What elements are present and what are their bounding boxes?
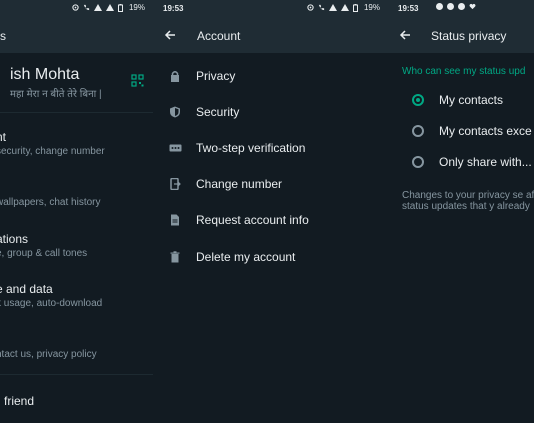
wifi-icon [328, 4, 337, 11]
app-bar: s [0, 18, 153, 53]
battery-icon [352, 4, 360, 12]
call-icon [83, 4, 90, 11]
page-title: s [0, 29, 6, 43]
status-time: 19:53 [398, 4, 419, 13]
row-subtitle: e, group & call tones [0, 248, 88, 259]
menu-item-security[interactable]: Security [153, 94, 388, 130]
menu-item-delete-account[interactable]: Delete my account [153, 239, 388, 275]
qr-code-icon[interactable] [131, 74, 144, 87]
section-header: Who can see my status upd [402, 66, 526, 77]
privacy-note: Changes to your privacy se affect status… [402, 190, 534, 212]
settings-screen: 19% s ish Mohta महा मेरा न बीते तेरे बिन… [0, 0, 153, 423]
row-subtitle: k usage, auto-download [0, 298, 103, 309]
radio-button[interactable] [412, 125, 424, 137]
radio-option-contacts-except[interactable]: My contacts exce [388, 119, 534, 145]
app-bar: Status privacy [388, 18, 534, 53]
status-icons [436, 3, 476, 10]
status-icons: 19% [307, 3, 380, 12]
row-title: e and data [0, 282, 53, 296]
radio-label: Only share with... [439, 155, 532, 169]
menu-item-label: Security [196, 105, 240, 119]
status-bar: 19:53 [388, 0, 534, 18]
radio-option-my-contacts[interactable]: My contacts [388, 88, 534, 114]
phone-change-icon [169, 177, 181, 191]
status-time: 19:53 [163, 4, 184, 13]
divider [0, 374, 153, 375]
status-bar: 19% [0, 0, 153, 18]
lock-icon [169, 69, 181, 82]
battery-level: 19% [363, 3, 380, 12]
heart-icon [469, 3, 476, 10]
profile-name[interactable]: ish Mohta [10, 66, 79, 84]
row-subtitle: wallpapers, chat history [0, 197, 101, 208]
menu-item-two-step[interactable]: Two-step verification [153, 130, 388, 166]
radio-label: My contacts exce [439, 124, 532, 138]
status-privacy-screen: 19:53 Status privacy Who can see my stat… [388, 0, 534, 423]
row-subtitle: ntact us, privacy policy [0, 349, 97, 360]
back-arrow-icon[interactable] [163, 28, 177, 42]
divider [0, 112, 153, 113]
menu-item-privacy[interactable]: Privacy [153, 58, 388, 94]
menu-item-label: Two-step verification [196, 141, 306, 155]
wifi-icon [93, 4, 102, 11]
row-subtitle: security, change number [0, 146, 105, 157]
row-title: ations [0, 232, 29, 246]
account-screen: 19:53 19% Account Privacy Security Two-s… [153, 0, 388, 423]
notification-icon [458, 3, 465, 10]
status-bar: 19:53 19% [153, 0, 388, 18]
location-icon [307, 4, 314, 11]
menu-item-label: Privacy [196, 69, 236, 83]
profile-about: महा मेरा न बीते तेरे बिना | [10, 89, 102, 100]
radio-button[interactable] [412, 156, 424, 168]
call-icon [318, 4, 325, 11]
radio-button-selected[interactable] [412, 94, 424, 106]
menu-item-label: Change number [196, 177, 283, 191]
menu-item-request-info[interactable]: Request account info [153, 202, 388, 238]
row-title: nt [0, 130, 7, 144]
radio-label: My contacts [439, 93, 504, 107]
radio-option-only-share-with[interactable]: Only share with... [388, 150, 534, 176]
location-icon [72, 4, 79, 11]
page-title: Status privacy [431, 29, 507, 43]
back-arrow-icon[interactable] [398, 28, 412, 42]
signal-icon [340, 4, 349, 11]
signal-icon [105, 4, 114, 11]
status-icons: 19% [72, 3, 145, 12]
menu-item-label: Request account info [196, 213, 309, 227]
menu-item-label: Delete my account [196, 250, 296, 264]
page-title: Account [197, 29, 241, 43]
invite-friend-button[interactable]: friend [4, 394, 34, 408]
app-bar: Account [153, 18, 388, 53]
notification-icon [447, 3, 454, 10]
battery-level: 19% [128, 3, 145, 12]
dots-icon [169, 141, 182, 153]
trash-icon [169, 250, 181, 263]
menu-item-change-number[interactable]: Change number [153, 166, 388, 202]
shield-icon [169, 105, 181, 118]
battery-icon [117, 4, 125, 12]
location-icon [436, 3, 443, 10]
document-icon [169, 213, 181, 226]
